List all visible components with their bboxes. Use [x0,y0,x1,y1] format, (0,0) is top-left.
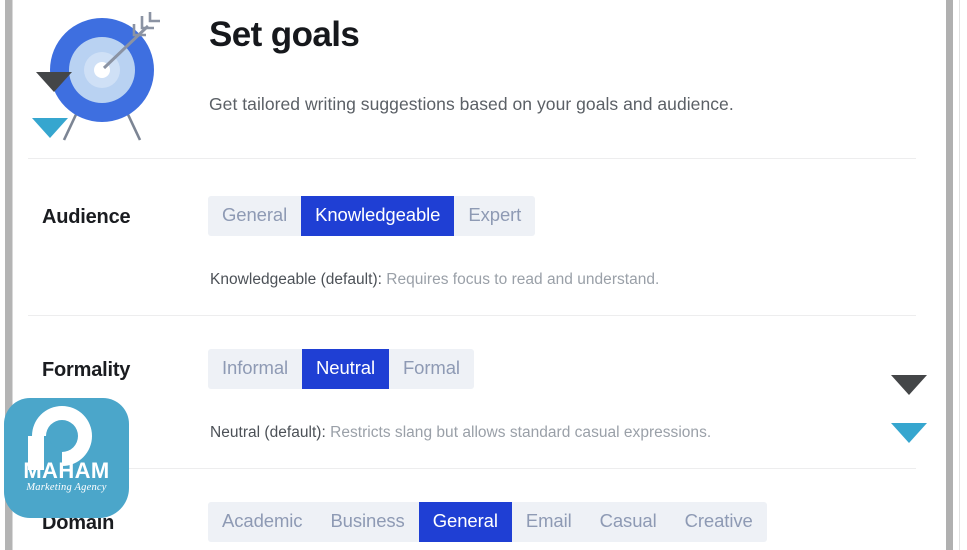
set-goals-panel: Set goals Get tailored writing suggestio… [14,0,930,550]
setting-label-formality: Formality [42,359,131,381]
segment-domain-email[interactable]: Email [512,502,586,542]
segmented-control-audience[interactable]: General Knowledgeable Expert [208,196,536,236]
right-scrollbar[interactable] [946,0,953,550]
header-text-block: Set goals Get tailored writing suggestio… [209,8,909,115]
segment-formality-informal[interactable]: Informal [208,349,302,389]
screenshot-root: Set goals Get tailored writing suggestio… [0,0,967,550]
segment-domain-business[interactable]: Business [316,502,418,542]
page-subtitle: Get tailored writing suggestions based o… [209,93,734,114]
segment-formality-neutral[interactable]: Neutral [302,349,389,389]
setting-description-audience: Knowledgeable (default): Requires focus … [210,271,659,289]
setting-label-audience: Audience [42,206,131,228]
cursor-arrow-teal-top [32,118,68,138]
window-right-edge [945,0,967,550]
setting-description-formality: Neutral (default): Restricts slang but a… [210,424,711,442]
segment-domain-creative[interactable]: Creative [671,502,767,542]
divider-formality [28,468,916,469]
cursor-arrow-dark-right [891,375,927,395]
setting-description-audience-strong: Knowledgeable (default): [210,271,382,288]
segment-domain-academic[interactable]: Academic [208,502,316,542]
segment-audience-expert[interactable]: Expert [454,196,535,236]
segment-audience-general[interactable]: General [208,196,301,236]
watermark-maham-logo: MAHAM Marketing Agency [4,398,129,518]
cursor-arrow-teal-right [891,423,927,443]
segment-formality-formal[interactable]: Formal [389,349,474,389]
watermark-tagline: Marketing Agency [26,482,107,493]
segment-domain-casual[interactable]: Casual [586,502,671,542]
segment-domain-general[interactable]: General [418,502,512,542]
segment-audience-knowledgeable[interactable]: Knowledgeable [301,196,455,236]
setting-description-formality-strong: Neutral (default): [210,424,326,441]
watermark-name: MAHAM [23,458,110,483]
segmented-control-domain[interactable]: Academic Business General Email Casual C… [208,502,767,542]
setting-description-audience-rest: Requires focus to read and understand. [381,271,660,288]
setting-description-formality-rest: Restricts slang but allows standard casu… [325,424,712,441]
cursor-arrow-dark-top [36,72,72,92]
divider-audience [28,315,916,316]
segmented-control-formality[interactable]: Informal Neutral Formal [208,349,474,389]
divider-header [28,158,916,159]
right-edge-line [959,0,960,550]
page-title: Set goals [209,15,360,54]
panel-header: Set goals Get tailored writing suggestio… [14,0,930,158]
